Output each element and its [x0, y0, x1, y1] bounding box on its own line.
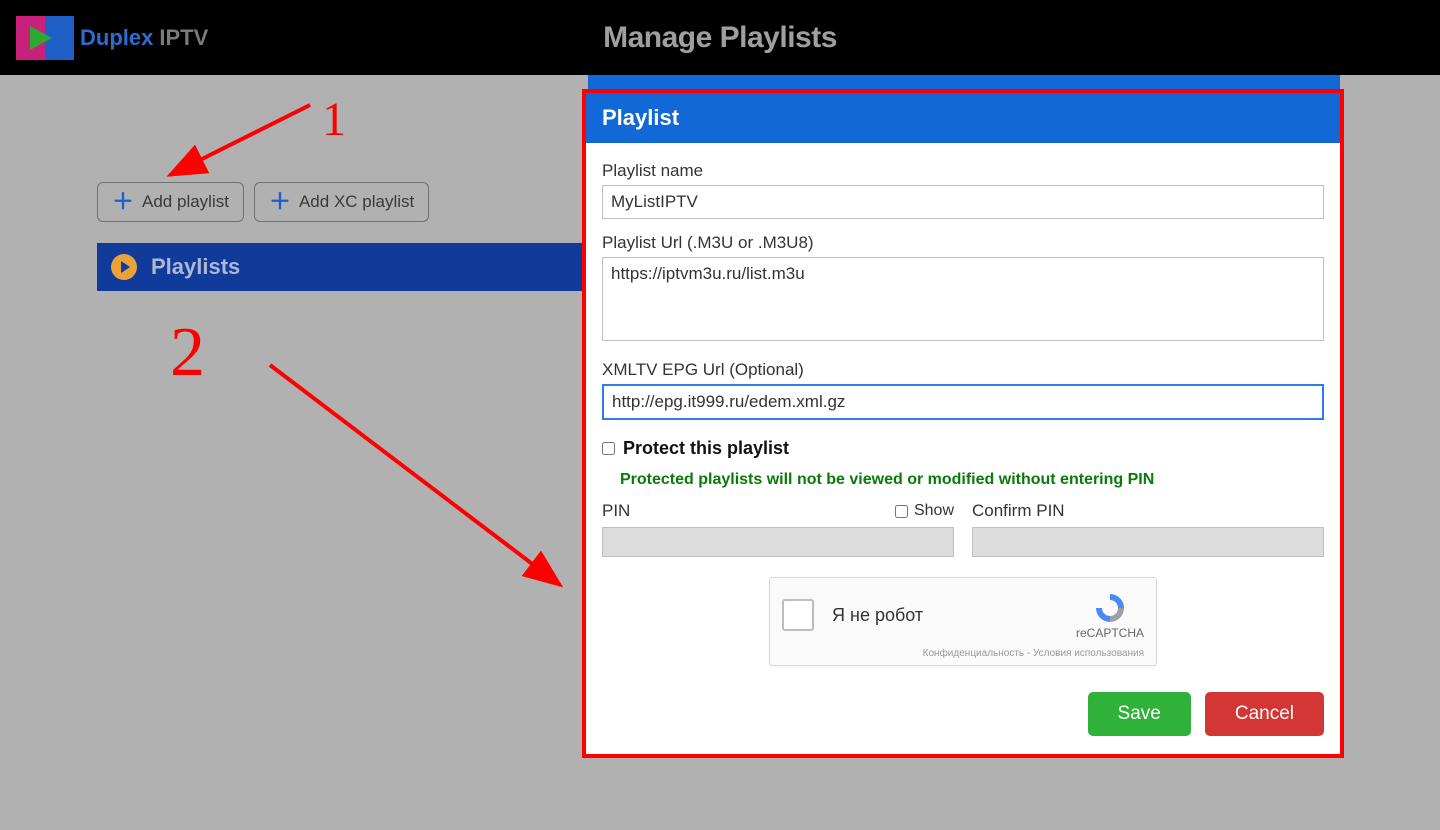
- playlists-label: Playlists: [151, 254, 240, 280]
- plus-icon: ＋: [112, 195, 134, 209]
- show-pin-checkbox[interactable]: [895, 505, 908, 518]
- add-playlist-button[interactable]: ＋ Add playlist: [97, 182, 244, 222]
- playlist-icon: [111, 254, 137, 280]
- recaptcha-icon: [1090, 590, 1130, 626]
- recaptcha-widget: Я не робот reCAPTCHA Конфиденциальность …: [769, 577, 1157, 666]
- protect-row: Protect this playlist: [602, 438, 1324, 459]
- protect-playlist-label: Protect this playlist: [623, 438, 789, 459]
- pin-row: PIN Show Confirm PIN: [602, 501, 1324, 557]
- show-pin-label: Show: [914, 502, 954, 520]
- annotation-number-1: 1: [322, 93, 346, 146]
- protect-note: Protected playlists will not be viewed o…: [620, 471, 1324, 489]
- annotation-overlay: 1 2: [0, 75, 600, 695]
- pin-label: PIN: [602, 501, 630, 521]
- playlist-url-input[interactable]: https://iptvm3u.ru/list.m3u: [602, 257, 1324, 341]
- add-playlist-label: Add playlist: [142, 192, 229, 212]
- recaptcha-label: Я не робот: [832, 605, 923, 626]
- logo-text-duplex: Duplex: [80, 25, 153, 51]
- playlist-name-label: Playlist name: [602, 161, 1324, 181]
- confirm-pin-label: Confirm PIN: [972, 501, 1065, 521]
- save-button[interactable]: Save: [1088, 692, 1191, 736]
- recaptcha-footer: Конфиденциальность - Условия использован…: [782, 648, 1144, 659]
- annotation-number-2: 2: [170, 314, 205, 391]
- playlist-name-input[interactable]: [602, 185, 1324, 219]
- modal-footer: Save Cancel: [586, 678, 1340, 754]
- recaptcha-checkbox[interactable]: [782, 599, 814, 631]
- logo-text-iptv: IPTV: [159, 25, 208, 51]
- confirm-pin-input[interactable]: [972, 527, 1324, 557]
- playlist-url-label: Playlist Url (.M3U or .M3U8): [602, 233, 1324, 253]
- protect-playlist-checkbox[interactable]: [602, 442, 615, 455]
- toolbar: ＋ Add playlist ＋ Add XC playlist: [97, 182, 429, 222]
- modal-header: Playlist: [586, 93, 1340, 143]
- epg-url-label: XMLTV EPG Url (Optional): [602, 360, 1324, 380]
- recaptcha-brand-text: reCAPTCHA: [1076, 626, 1144, 640]
- epg-url-input[interactable]: [602, 384, 1324, 420]
- page-title: Manage Playlists: [603, 21, 837, 55]
- playlist-modal: Playlist Playlist name Playlist Url (.M3…: [582, 89, 1344, 758]
- plus-icon: ＋: [269, 195, 291, 209]
- cancel-button[interactable]: Cancel: [1205, 692, 1324, 736]
- logo: DuplexIPTV: [16, 16, 208, 60]
- add-xc-playlist-button[interactable]: ＋ Add XC playlist: [254, 182, 429, 222]
- pin-input[interactable]: [602, 527, 954, 557]
- header: DuplexIPTV Manage Playlists: [0, 0, 1440, 75]
- recaptcha-brand: reCAPTCHA: [1076, 590, 1144, 640]
- play-icon: [16, 16, 74, 60]
- modal-top-sliver: [588, 75, 1340, 89]
- modal-body: Playlist name Playlist Url (.M3U or .M3U…: [586, 143, 1340, 678]
- add-xc-playlist-label: Add XC playlist: [299, 192, 414, 212]
